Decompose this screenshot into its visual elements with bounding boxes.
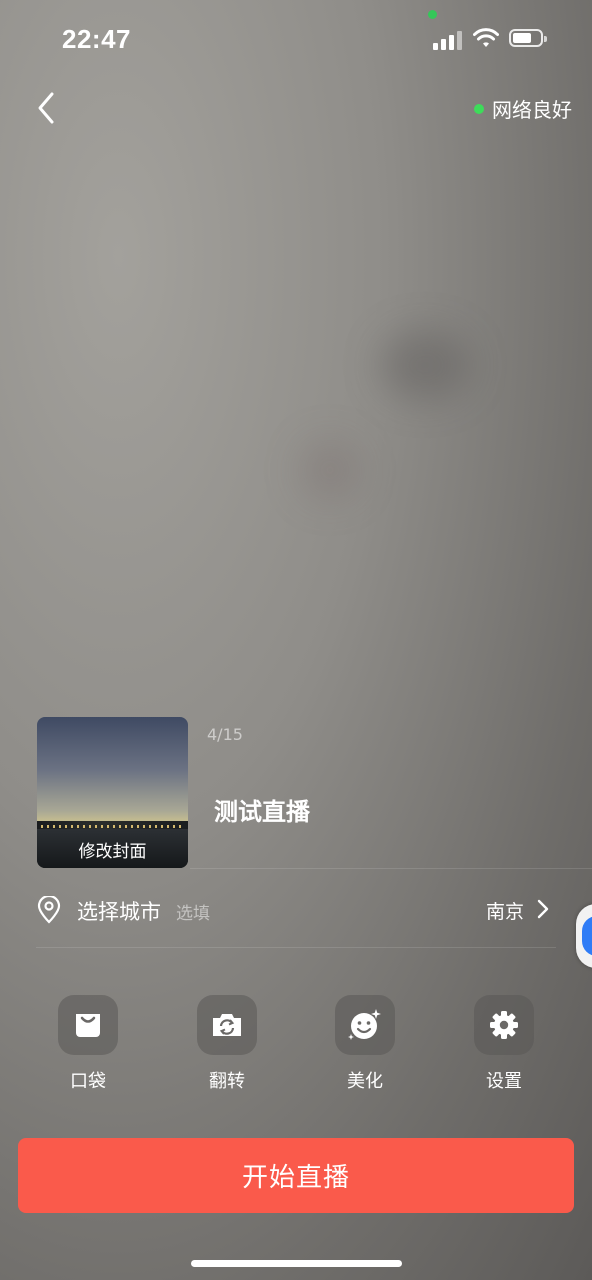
background-blur (380, 330, 470, 400)
background-blur (300, 440, 360, 500)
optional-hint: 选填 (176, 904, 210, 924)
start-live-button[interactable]: 开始直播 (18, 1138, 574, 1213)
settings-label: 设置 (486, 1071, 522, 1092)
camera-flip-icon (213, 1014, 241, 1036)
beauty-face-icon (348, 1009, 381, 1040)
pocket-label: 口袋 (70, 1071, 106, 1092)
bag-icon (76, 1014, 100, 1037)
settings-button[interactable]: 设置 (472, 995, 536, 1093)
status-time: 22:47 (62, 24, 131, 54)
home-indicator[interactable] (191, 1260, 402, 1267)
divider (36, 947, 556, 948)
select-city-row[interactable]: 选择城市 选填 南京 (36, 884, 556, 934)
status-bar: 22:47 (0, 0, 592, 80)
network-status-dot (474, 103, 484, 114)
cover-image-button[interactable]: 修改封面 (37, 717, 188, 868)
live-title-input[interactable]: 测试直播 (214, 792, 310, 827)
selected-city-value: 南京 (485, 901, 524, 923)
network-status-label: 网络良好 (492, 98, 572, 122)
chevron-right-icon (537, 899, 549, 919)
back-button[interactable] (30, 88, 66, 128)
location-pin-icon (37, 896, 61, 924)
camera-in-use-indicator (428, 10, 437, 19)
signal-icon (433, 30, 463, 50)
flip-label: 翻转 (209, 1071, 245, 1092)
chevron-left-icon (38, 92, 54, 124)
flip-camera-button[interactable]: 翻转 (195, 995, 259, 1093)
title-char-count: 4/15 (207, 725, 243, 744)
gear-icon (490, 1011, 518, 1039)
network-status: 网络良好 (474, 94, 572, 123)
battery-icon (509, 29, 547, 47)
beautify-label: 美化 (347, 1071, 383, 1092)
floating-assistive-button[interactable] (576, 904, 592, 968)
divider (190, 868, 592, 869)
edit-cover-label: 修改封面 (78, 842, 147, 862)
beautify-button[interactable]: 美化 (333, 995, 397, 1093)
select-city-label: 选择城市 (77, 900, 161, 924)
wifi-icon (473, 28, 499, 47)
pocket-button[interactable]: 口袋 (56, 995, 120, 1093)
